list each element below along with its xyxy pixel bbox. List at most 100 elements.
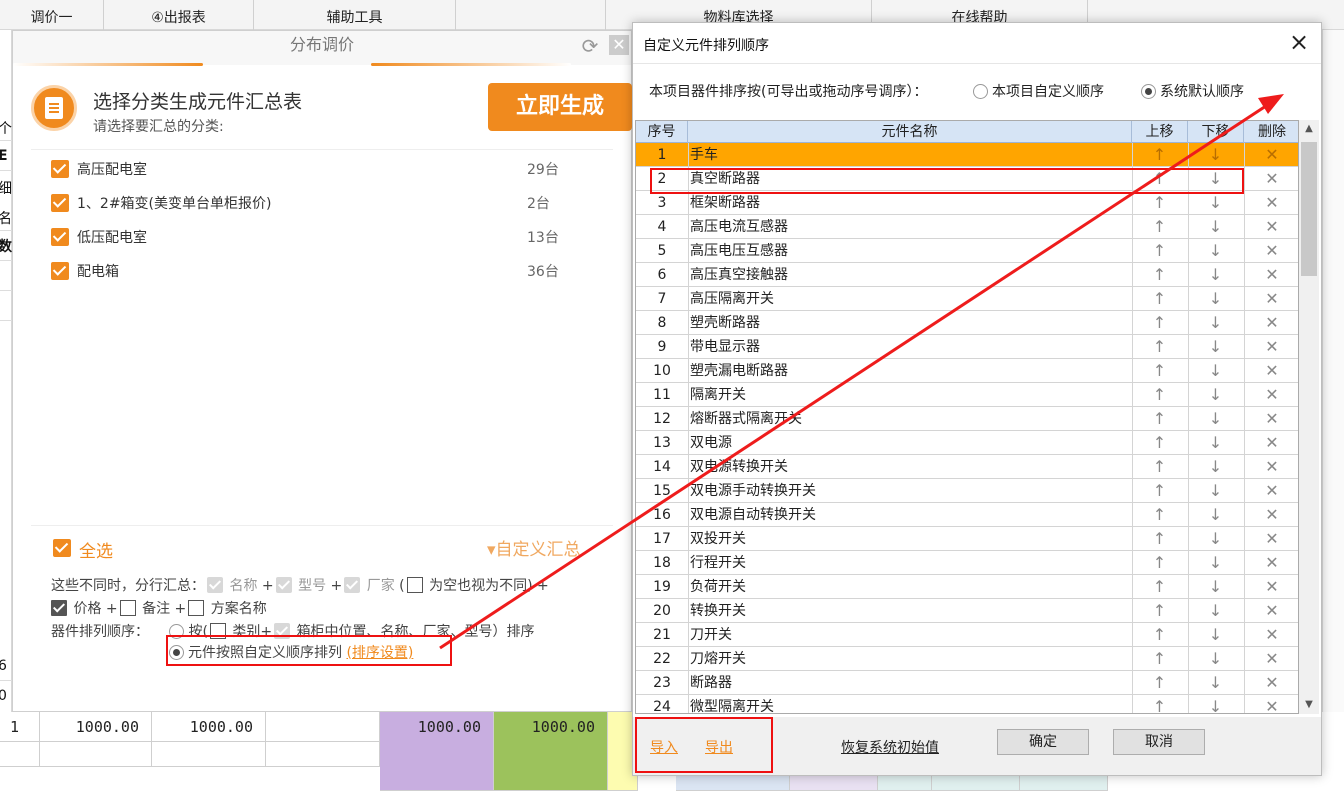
cell-price[interactable]: 1000.00: [152, 712, 266, 742]
category-item[interactable]: 高压配电室 29台: [51, 159, 571, 183]
cell-price[interactable]: 1000.00: [40, 712, 152, 742]
move-up-icon[interactable]: ↑: [1132, 239, 1187, 263]
cancel-button[interactable]: 取消: [1113, 729, 1205, 755]
row-number[interactable]: 13: [636, 431, 688, 455]
delete-icon[interactable]: ✕: [1244, 599, 1298, 623]
table-row[interactable]: 11 隔离开关 ↑ ↓ ✕: [636, 383, 1298, 407]
scroll-up-icon[interactable]: ▲: [1299, 120, 1319, 138]
table-row[interactable]: 7 高压隔离开关 ↑ ↓ ✕: [636, 287, 1298, 311]
row-number[interactable]: 8: [636, 311, 688, 335]
table-row[interactable]: 15 双电源手动转换开关 ↑ ↓ ✕: [636, 479, 1298, 503]
move-down-icon[interactable]: ↓: [1188, 455, 1243, 479]
table-row[interactable]: 18 行程开关 ↑ ↓ ✕: [636, 551, 1298, 575]
move-down-icon[interactable]: ↓: [1188, 527, 1243, 551]
move-up-icon[interactable]: ↑: [1132, 215, 1187, 239]
delete-icon[interactable]: ✕: [1244, 143, 1298, 167]
delete-icon[interactable]: ✕: [1244, 263, 1298, 287]
row-number[interactable]: 3: [636, 191, 688, 215]
move-up-icon[interactable]: ↑: [1132, 599, 1187, 623]
restore-defaults-link[interactable]: 恢复系统初始值: [841, 737, 939, 757]
move-up-icon[interactable]: ↑: [1132, 431, 1187, 455]
row-number[interactable]: 19: [636, 575, 688, 599]
table-row[interactable]: 23 断路器 ↑ ↓ ✕: [636, 671, 1298, 695]
row-number[interactable]: 22: [636, 647, 688, 671]
delete-icon[interactable]: ✕: [1244, 191, 1298, 215]
move-up-icon[interactable]: ↑: [1132, 671, 1187, 695]
custom-summary-toggle[interactable]: ▾自定义汇总: [487, 535, 581, 560]
cell-price-green[interactable]: 1000.00: [494, 712, 608, 791]
move-down-icon[interactable]: ↓: [1188, 479, 1243, 503]
table-row[interactable]: 17 双投开关 ↑ ↓ ✕: [636, 527, 1298, 551]
table-row[interactable]: 3 框架断路器 ↑ ↓ ✕: [636, 191, 1298, 215]
delete-icon[interactable]: ✕: [1244, 503, 1298, 527]
toolbar-item-report[interactable]: ④出报表: [104, 0, 254, 30]
delete-icon[interactable]: ✕: [1244, 335, 1298, 359]
delete-icon[interactable]: ✕: [1244, 575, 1298, 599]
row-number[interactable]: 1: [636, 143, 688, 167]
move-down-icon[interactable]: ↓: [1188, 695, 1243, 713]
row-number[interactable]: 4: [636, 215, 688, 239]
scroll-thumb[interactable]: [1301, 142, 1317, 276]
move-up-icon[interactable]: ↑: [1132, 359, 1187, 383]
delete-icon[interactable]: ✕: [1244, 647, 1298, 671]
table-row[interactable]: 19 负荷开关 ↑ ↓ ✕: [636, 575, 1298, 599]
move-down-icon[interactable]: ↓: [1188, 143, 1243, 167]
table-row[interactable]: 13 双电源 ↑ ↓ ✕: [636, 431, 1298, 455]
ok-button[interactable]: 确定: [997, 729, 1089, 755]
move-up-icon[interactable]: ↑: [1132, 311, 1187, 335]
move-up-icon[interactable]: ↑: [1132, 383, 1187, 407]
delete-icon[interactable]: ✕: [1244, 671, 1298, 695]
move-up-icon[interactable]: ↑: [1132, 479, 1187, 503]
order-default-option[interactable]: 系统默认顺序: [1141, 81, 1244, 101]
move-down-icon[interactable]: ↓: [1188, 647, 1243, 671]
category-checkbox[interactable]: [51, 228, 69, 246]
move-up-icon[interactable]: ↑: [1132, 551, 1187, 575]
table-row[interactable]: 24 微型隔离开关 ↑ ↓ ✕: [636, 695, 1298, 713]
move-up-icon[interactable]: ↑: [1132, 527, 1187, 551]
order-custom-radio[interactable]: [973, 84, 988, 99]
move-up-icon[interactable]: ↑: [1132, 287, 1187, 311]
move-down-icon[interactable]: ↓: [1188, 407, 1243, 431]
move-down-icon[interactable]: ↓: [1188, 335, 1243, 359]
row-number[interactable]: 16: [636, 503, 688, 527]
category-checkbox[interactable]: [51, 160, 69, 178]
row-number[interactable]: 11: [636, 383, 688, 407]
move-down-icon[interactable]: ↓: [1188, 671, 1243, 695]
move-up-icon[interactable]: ↑: [1132, 623, 1187, 647]
table-row[interactable]: 5 高压电压互感器 ↑ ↓ ✕: [636, 239, 1298, 263]
delete-icon[interactable]: ✕: [1244, 215, 1298, 239]
move-down-icon[interactable]: ↓: [1188, 623, 1243, 647]
move-down-icon[interactable]: ↓: [1188, 263, 1243, 287]
table-row[interactable]: 9 带电显示器 ↑ ↓ ✕: [636, 335, 1298, 359]
table-row[interactable]: 21 刀开关 ↑ ↓ ✕: [636, 623, 1298, 647]
delete-icon[interactable]: ✕: [1244, 359, 1298, 383]
move-up-icon[interactable]: ↑: [1132, 263, 1187, 287]
empty-diff-checkbox[interactable]: [406, 577, 423, 593]
toolbar-item-tools[interactable]: 辅助工具: [254, 0, 456, 30]
delete-icon[interactable]: ✕: [1244, 167, 1298, 191]
row-number[interactable]: 23: [636, 671, 688, 695]
row-number[interactable]: 21: [636, 623, 688, 647]
cell-empty[interactable]: [266, 712, 380, 742]
delete-icon[interactable]: ✕: [1244, 287, 1298, 311]
table-row[interactable]: 1 手车 ↑ ↓ ✕: [636, 143, 1298, 167]
delete-icon[interactable]: ✕: [1244, 551, 1298, 575]
row-number[interactable]: 9: [636, 335, 688, 359]
move-down-icon[interactable]: ↓: [1188, 599, 1243, 623]
delete-icon[interactable]: ✕: [1244, 311, 1298, 335]
move-down-icon[interactable]: ↓: [1188, 503, 1243, 527]
row-number[interactable]: 14: [636, 455, 688, 479]
price-checkbox[interactable]: [51, 600, 67, 616]
move-up-icon[interactable]: ↑: [1132, 455, 1187, 479]
move-up-icon[interactable]: ↑: [1132, 143, 1187, 167]
select-all-checkbox[interactable]: [53, 539, 71, 557]
row-number[interactable]: 24: [636, 695, 688, 713]
generate-now-button[interactable]: 立即生成: [488, 83, 632, 131]
row-number[interactable]: 7: [636, 287, 688, 311]
move-down-icon[interactable]: ↓: [1188, 359, 1243, 383]
toolbar-item-adjust-price[interactable]: 调价一: [0, 0, 104, 30]
delete-icon[interactable]: ✕: [1244, 239, 1298, 263]
plan-checkbox[interactable]: [188, 600, 205, 616]
move-up-icon[interactable]: ↑: [1132, 335, 1187, 359]
row-number[interactable]: 15: [636, 479, 688, 503]
